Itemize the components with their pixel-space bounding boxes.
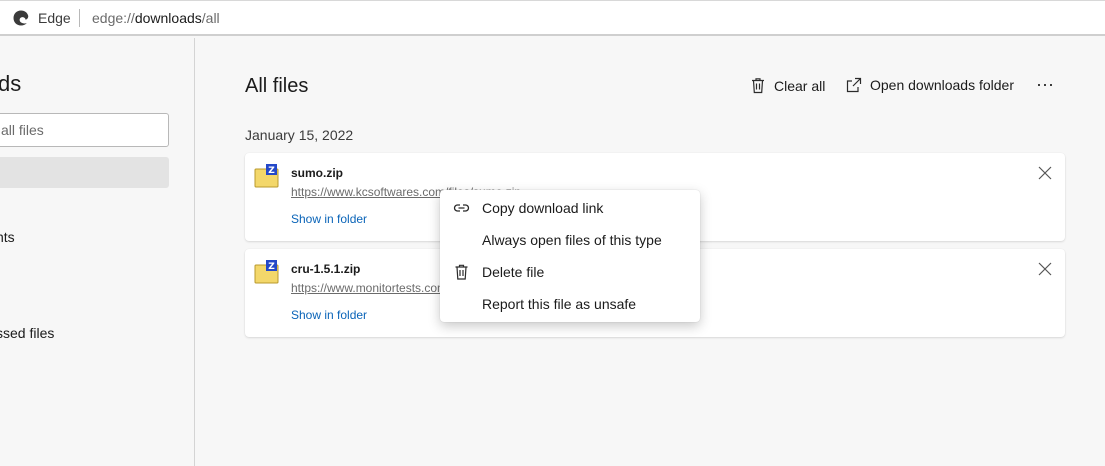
- menu-item-delete-file[interactable]: Delete file: [440, 256, 700, 288]
- page-title: All files: [245, 75, 309, 97]
- open-external-icon: [846, 77, 862, 93]
- show-in-folder-link[interactable]: Show in folder: [291, 212, 367, 226]
- search-input[interactable]: all files: [0, 113, 169, 147]
- svg-text:Z: Z: [268, 166, 275, 176]
- url-host: downloads: [134, 10, 202, 26]
- open-downloads-folder-label: Open downloads folder: [870, 77, 1014, 93]
- menu-item-label: Delete file: [482, 264, 545, 280]
- file-name[interactable]: sumo.zip: [291, 166, 343, 180]
- menu-item-label: Always open files of this type: [482, 232, 662, 248]
- zip-file-icon: Z: [254, 164, 279, 188]
- sidebar-item-missed-files[interactable]: ssed files: [0, 325, 54, 341]
- zip-file-icon: Z: [254, 260, 279, 284]
- menu-item-always-open[interactable]: Always open files of this type: [440, 224, 700, 256]
- file-name[interactable]: cru-1.5.1.zip: [291, 262, 360, 276]
- trash-icon: [752, 78, 764, 94]
- sidebar: ds all files nts ssed files: [0, 38, 195, 466]
- sidebar-title: ds: [0, 71, 22, 96]
- sidebar-item-selected[interactable]: [0, 157, 169, 188]
- close-icon[interactable]: [1037, 165, 1053, 181]
- menu-item-label: Copy download link: [482, 200, 604, 216]
- clear-all-label: Clear all: [774, 77, 826, 94]
- date-group-header: January 15, 2022: [245, 127, 354, 143]
- menu-item-copy-download-link[interactable]: Copy download link: [440, 192, 700, 224]
- link-icon: [453, 204, 470, 212]
- menu-item-report-unsafe[interactable]: Report this file as unsafe: [440, 288, 700, 320]
- trash-icon: [455, 264, 468, 280]
- open-downloads-folder-button[interactable]: Open downloads folder: [846, 77, 1014, 93]
- url-path: /all: [201, 10, 220, 26]
- address-divider: [79, 9, 80, 27]
- close-icon[interactable]: [1037, 261, 1053, 277]
- context-menu: Copy download link Always open files of …: [440, 190, 700, 322]
- show-in-folder-link[interactable]: Show in folder: [291, 308, 367, 322]
- url-text[interactable]: edge://downloads/all: [92, 10, 220, 26]
- sidebar-item-documents[interactable]: nts: [0, 229, 15, 245]
- url-scheme: edge://: [92, 10, 135, 26]
- address-bar[interactable]: Edge edge://downloads/all: [0, 0, 1105, 36]
- more-options-button[interactable]: ···: [1034, 75, 1056, 97]
- edge-logo-icon: [13, 10, 29, 26]
- clear-all-button[interactable]: Clear all: [750, 77, 825, 94]
- browser-name: Edge: [38, 10, 71, 26]
- svg-text:Z: Z: [268, 262, 275, 272]
- menu-item-label: Report this file as unsafe: [482, 296, 637, 312]
